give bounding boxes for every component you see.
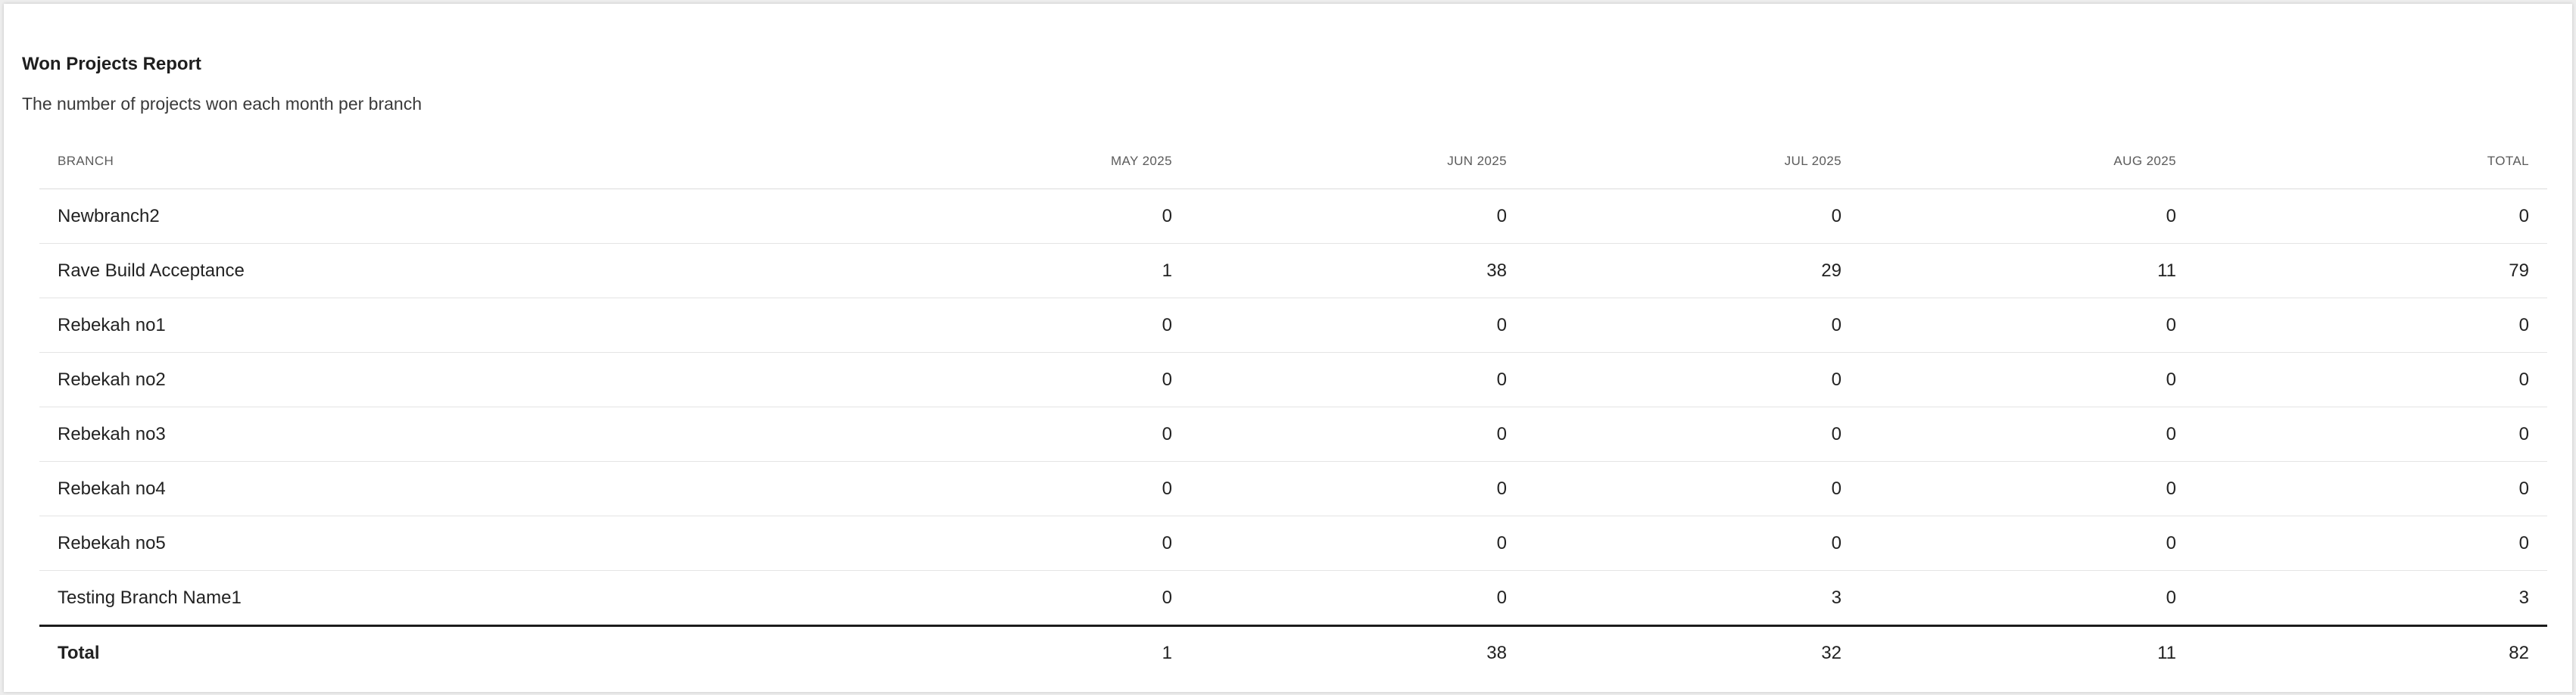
cell-jun-2025: 0	[1190, 461, 1525, 516]
cell-jul-2025: 0	[1525, 298, 1860, 353]
won-projects-table: BRANCH MAY 2025 JUN 2025 JUL 2025 AUG 20…	[39, 134, 2547, 680]
cell-may-2025: 0	[615, 570, 1190, 627]
table-row: Newbranch2 0 0 0 0 0	[39, 189, 2547, 244]
report-subtitle: The number of projects won each month pe…	[22, 94, 423, 114]
cell-aug-2025: 0	[1860, 189, 2194, 244]
cell-jul-2025: 0	[1525, 189, 1860, 244]
report-card: Won Projects Report The number of projec…	[4, 4, 2572, 692]
cell-jul-2025: 3	[1525, 570, 1860, 627]
cell-jul-2025: 29	[1525, 243, 1860, 298]
report-title: Won Projects Report	[22, 54, 201, 74]
cell-aug-2025: 0	[1860, 407, 2194, 462]
cell-aug-2025: 11	[1860, 243, 2194, 298]
cell-total: 0	[2194, 189, 2547, 244]
cell-jul-2025: 0	[1525, 516, 1860, 571]
table-header-row: BRANCH MAY 2025 JUN 2025 JUL 2025 AUG 20…	[39, 134, 2547, 189]
total-aug-2025: 11	[2157, 643, 2176, 663]
cell-jun-2025: 0	[1190, 570, 1525, 627]
cell-total: 0	[2194, 461, 2547, 516]
cell-branch: Rebekah no3	[39, 407, 615, 462]
cell-branch: Rebekah no5	[39, 516, 615, 571]
cell-may-2025: 0	[615, 516, 1190, 571]
cell-aug-2025: 0	[1860, 298, 2194, 353]
table-row: Rebekah no3 0 0 0 0 0	[39, 407, 2547, 462]
cell-total: 0	[2194, 516, 2547, 571]
cell-aug-2025: 0	[1860, 352, 2194, 407]
cell-aug-2025: 0	[1860, 570, 2194, 627]
cell-may-2025: 0	[615, 189, 1190, 244]
grand-total: 82	[2509, 643, 2529, 663]
totals-label: Total	[58, 643, 100, 663]
table-row: Rebekah no4 0 0 0 0 0	[39, 461, 2547, 516]
cell-may-2025: 0	[615, 352, 1190, 407]
header-aug-2025[interactable]: AUG 2025	[1860, 134, 2194, 189]
cell-branch: Rebekah no1	[39, 298, 615, 353]
cell-branch: Rebekah no4	[39, 461, 615, 516]
header-jul-2025[interactable]: JUL 2025	[1525, 134, 1860, 189]
table-row: Testing Branch Name1 0 0 3 0 3	[39, 570, 2547, 627]
cell-branch: Rebekah no2	[39, 352, 615, 407]
table-row: Rebekah no1 0 0 0 0 0	[39, 298, 2547, 353]
cell-branch: Rave Build Acceptance	[39, 243, 615, 298]
cell-total: 79	[2194, 243, 2547, 298]
cell-jul-2025: 0	[1525, 352, 1860, 407]
cell-branch: Newbranch2	[39, 189, 615, 244]
cell-branch: Testing Branch Name1	[39, 570, 615, 627]
cell-jun-2025: 0	[1190, 407, 1525, 462]
cell-total: 0	[2194, 407, 2547, 462]
cell-jun-2025: 0	[1190, 298, 1525, 353]
table-row: Rebekah no5 0 0 0 0 0	[39, 516, 2547, 571]
cell-jun-2025: 0	[1190, 516, 1525, 571]
total-may-2025: 1	[1162, 643, 1172, 663]
cell-may-2025: 1	[615, 243, 1190, 298]
cell-total: 0	[2194, 298, 2547, 353]
total-jul-2025: 32	[1821, 643, 1842, 663]
cell-jun-2025: 0	[1190, 352, 1525, 407]
cell-total: 0	[2194, 352, 2547, 407]
header-may-2025[interactable]: MAY 2025	[615, 134, 1190, 189]
total-jun-2025: 38	[1486, 643, 1507, 663]
cell-may-2025: 0	[615, 407, 1190, 462]
cell-may-2025: 0	[615, 461, 1190, 516]
table-row: Rave Build Acceptance 1 38 29 11 79	[39, 243, 2547, 298]
table-row: Rebekah no2 0 0 0 0 0	[39, 352, 2547, 407]
cell-jun-2025: 0	[1190, 189, 1525, 244]
cell-jul-2025: 0	[1525, 461, 1860, 516]
cell-jul-2025: 0	[1525, 407, 1860, 462]
cell-jun-2025: 38	[1190, 243, 1525, 298]
cell-may-2025: 0	[615, 298, 1190, 353]
cell-aug-2025: 0	[1860, 461, 2194, 516]
header-total[interactable]: TOTAL	[2194, 134, 2547, 189]
cell-aug-2025: 0	[1860, 516, 2194, 571]
header-jun-2025[interactable]: JUN 2025	[1190, 134, 1525, 189]
totals-row: Total 1 38 32 11 82	[39, 626, 2547, 681]
cell-total: 3	[2194, 570, 2547, 627]
header-branch[interactable]: BRANCH	[39, 134, 615, 189]
